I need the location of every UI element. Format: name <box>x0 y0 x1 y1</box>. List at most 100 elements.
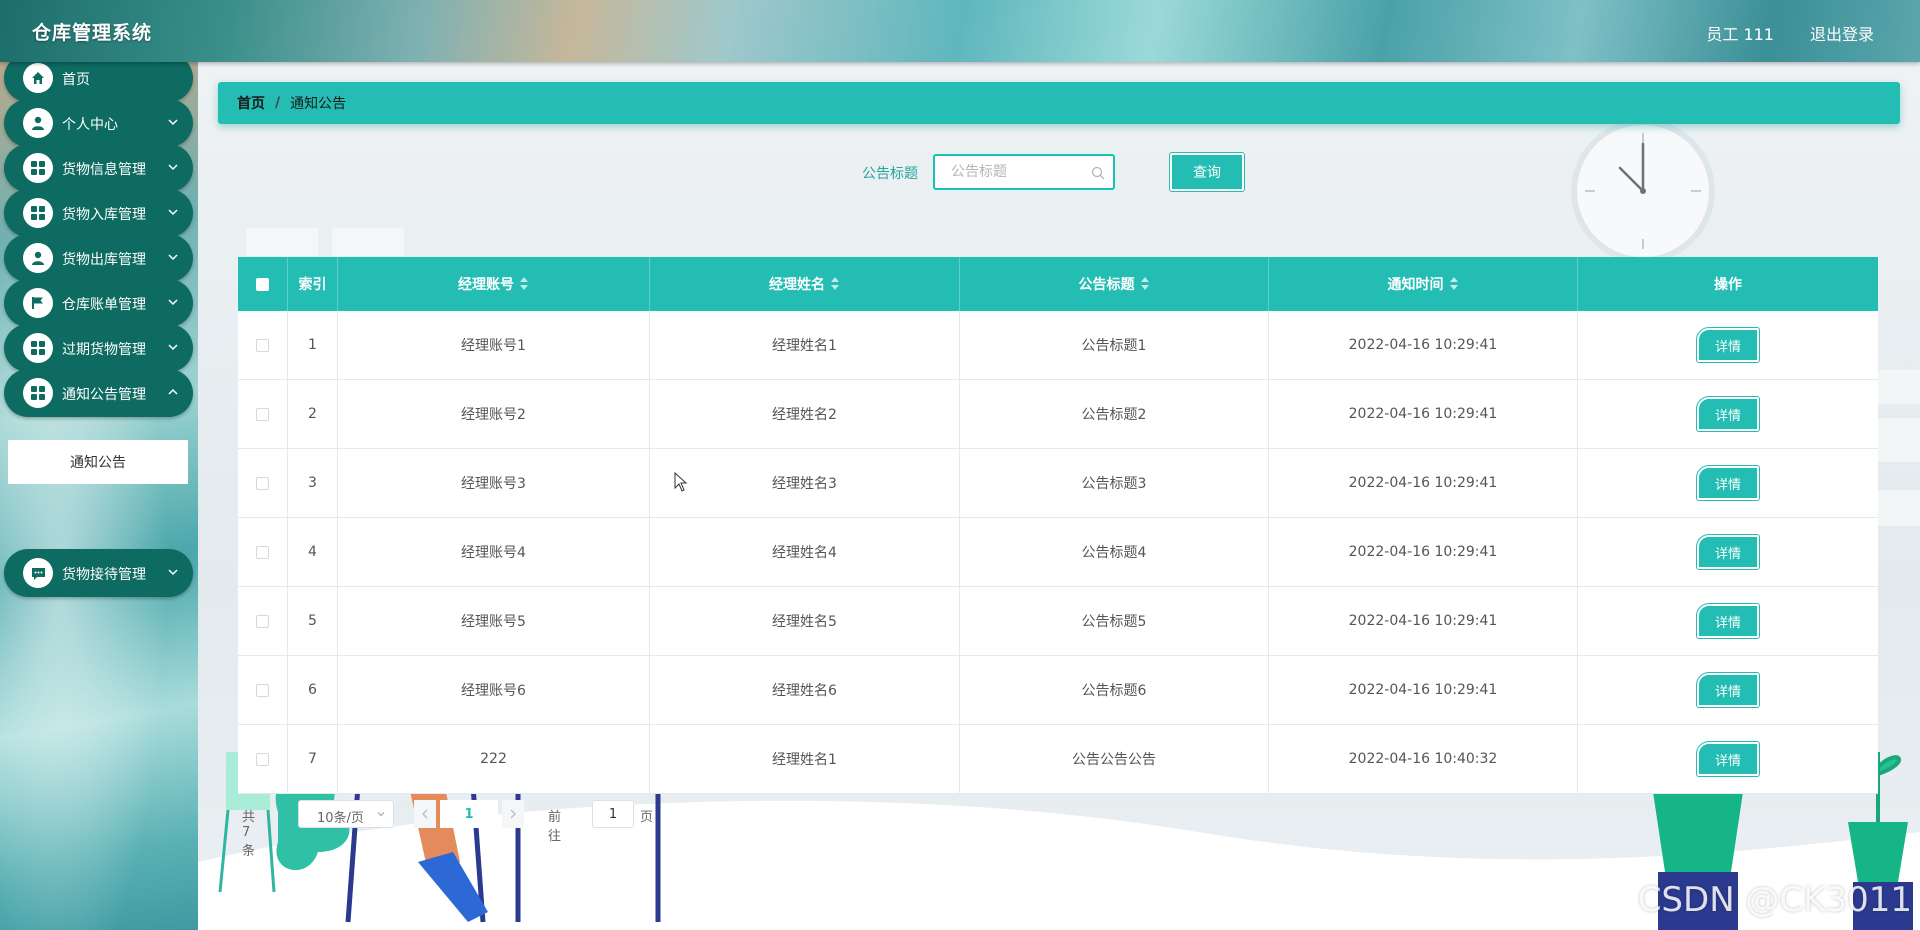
page-suffix-label: 页 <box>640 810 654 825</box>
row-action-cell: 详情 <box>1578 518 1878 586</box>
sidebar-item-goods-outbound[interactable]: 货物出库管理 <box>4 234 193 282</box>
sidebar: 首页 个人中心 货物信息管理 货物入库管理 货物出库管理 仓库账单管理 过期货物… <box>0 54 198 930</box>
row-time-cell: 2022-04-16 10:29:41 <box>1269 449 1578 517</box>
chevron-down-icon <box>168 119 178 126</box>
header-notice-time[interactable]: 通知时间 <box>1269 257 1578 311</box>
row-action-cell: 详情 <box>1578 656 1878 724</box>
sidebar-item-warehouse-bill[interactable]: 仓库账单管理 <box>4 279 193 327</box>
row-account-cell: 经理账号5 <box>338 587 650 655</box>
header-notice-title[interactable]: 公告标题 <box>960 257 1269 311</box>
row-name-cell: 经理姓名2 <box>650 380 960 448</box>
row-checkbox[interactable] <box>256 752 269 766</box>
breadcrumb-separator: / <box>275 95 281 111</box>
sidebar-item-label: 货物出库管理 <box>62 252 146 268</box>
sidebar-subitem-notice[interactable]: 通知公告 <box>8 440 188 484</box>
row-account-cell: 经理账号3 <box>338 449 650 517</box>
row-checkbox[interactable] <box>256 683 269 697</box>
row-select-cell <box>238 449 288 517</box>
bg-block <box>1878 370 1920 404</box>
page-number-current[interactable]: 1 <box>440 800 498 828</box>
row-index-cell: 1 <box>288 311 338 379</box>
bg-block <box>1878 490 1920 526</box>
goto-page-input[interactable]: 1 <box>592 800 634 828</box>
row-checkbox[interactable] <box>256 545 269 559</box>
breadcrumb-home-link[interactable]: 首页 <box>237 93 265 113</box>
row-account-cell: 222 <box>338 725 650 793</box>
row-account-cell: 经理账号6 <box>338 656 650 724</box>
user-icon <box>23 243 53 273</box>
header-label: 通知时间 <box>1387 277 1444 293</box>
row-name-cell: 经理姓名1 <box>650 725 960 793</box>
sort-icon[interactable] <box>831 277 840 291</box>
breadcrumb-current: 通知公告 <box>290 96 347 112</box>
sidebar-item-personal-center[interactable]: 个人中心 <box>4 99 193 147</box>
detail-button[interactable]: 详情 <box>1696 534 1760 570</box>
sidebar-item-label: 货物入库管理 <box>62 207 146 223</box>
user-icon <box>23 108 53 138</box>
row-checkbox[interactable] <box>256 338 269 352</box>
sidebar-item-expired-goods[interactable]: 过期货物管理 <box>4 324 193 372</box>
header-label: 经理账号 <box>458 277 514 293</box>
header-manager-name[interactable]: 经理姓名 <box>650 257 960 311</box>
table-row: 5 经理账号5 经理姓名5 公告标题5 2022-04-16 10:29:41 详情 <box>238 587 1878 656</box>
sidebar-item-label: 货物接待管理 <box>62 567 146 583</box>
sidebar-item-goods-info[interactable]: 货物信息管理 <box>4 144 193 192</box>
sort-icon[interactable] <box>1140 277 1150 291</box>
search-title-input[interactable] <box>951 157 1101 187</box>
sidebar-item-label: 仓库账单管理 <box>62 297 146 313</box>
row-title-cell: 公告公告公告 <box>960 725 1269 793</box>
grid-icon <box>23 378 53 408</box>
chevron-down-icon <box>168 209 178 216</box>
detail-button[interactable]: 详情 <box>1696 603 1760 639</box>
row-select-cell <box>238 587 288 655</box>
current-user-label: 员工 111 <box>1706 25 1774 44</box>
row-select-cell <box>238 518 288 586</box>
sidebar-item-label: 首页 <box>62 72 90 88</box>
sidebar-item-label: 过期货物管理 <box>62 342 146 358</box>
logout-link[interactable]: 退出登录 <box>1810 21 1874 45</box>
home-icon <box>23 63 53 93</box>
chevron-down-icon <box>168 569 178 576</box>
search-button[interactable]: 查询 <box>1169 152 1245 192</box>
row-checkbox[interactable] <box>256 476 269 490</box>
next-page-button[interactable] <box>502 800 524 828</box>
row-name-cell: 经理姓名1 <box>650 311 960 379</box>
grid-icon <box>23 333 53 363</box>
page-size-select[interactable]: 10条/页 <box>298 800 394 828</box>
row-time-cell: 2022-04-16 10:29:41 <box>1269 587 1578 655</box>
prev-page-button[interactable] <box>414 800 436 828</box>
bg-block <box>332 228 404 256</box>
sidebar-item-goods-reception[interactable]: 货物接待管理 <box>4 549 193 597</box>
top-header: 仓库管理系统 员工 111 退出登录 <box>0 0 1920 62</box>
sidebar-item-goods-inbound[interactable]: 货物入库管理 <box>4 189 193 237</box>
row-index-cell: 5 <box>288 587 338 655</box>
row-title-cell: 公告标题6 <box>960 656 1269 724</box>
row-name-cell: 经理姓名4 <box>650 518 960 586</box>
detail-button[interactable]: 详情 <box>1696 327 1760 363</box>
detail-button[interactable]: 详情 <box>1696 465 1760 501</box>
row-index-cell: 4 <box>288 518 338 586</box>
sort-icon[interactable] <box>520 277 529 291</box>
detail-button[interactable]: 详情 <box>1696 741 1760 777</box>
watermark-text: CSDN @CK3011 <box>1637 880 1912 920</box>
sort-icon[interactable] <box>1449 277 1459 291</box>
table-header-row: 索引 经理账号 经理姓名 公告标题 通知时间 操作 <box>238 257 1878 311</box>
row-time-cell: 2022-04-16 10:29:41 <box>1269 311 1578 379</box>
chevron-down-icon <box>168 344 178 351</box>
table-row: 7 222 经理姓名1 公告公告公告 2022-04-16 10:40:32 详情 <box>238 725 1878 794</box>
page-size-value: 10条/页 <box>317 811 364 826</box>
goto-label: 前往 <box>548 810 562 844</box>
sidebar-item-label: 通知公告管理 <box>62 387 146 403</box>
header-manager-account[interactable]: 经理账号 <box>338 257 650 311</box>
row-checkbox[interactable] <box>256 407 269 421</box>
select-all-checkbox[interactable] <box>256 277 269 291</box>
row-checkbox[interactable] <box>256 614 269 628</box>
chevron-right-icon <box>510 809 516 819</box>
sidebar-item-notice-management[interactable]: 通知公告管理 <box>4 369 193 417</box>
row-time-cell: 2022-04-16 10:40:32 <box>1269 725 1578 793</box>
notice-table: 索引 经理账号 经理姓名 公告标题 通知时间 操作 1 经理账号1 经理姓名1 公告标… <box>238 257 1878 794</box>
search-input-wrapper <box>933 154 1115 190</box>
detail-button[interactable]: 详情 <box>1696 672 1760 708</box>
detail-button[interactable]: 详情 <box>1696 396 1760 432</box>
row-select-cell <box>238 311 288 379</box>
